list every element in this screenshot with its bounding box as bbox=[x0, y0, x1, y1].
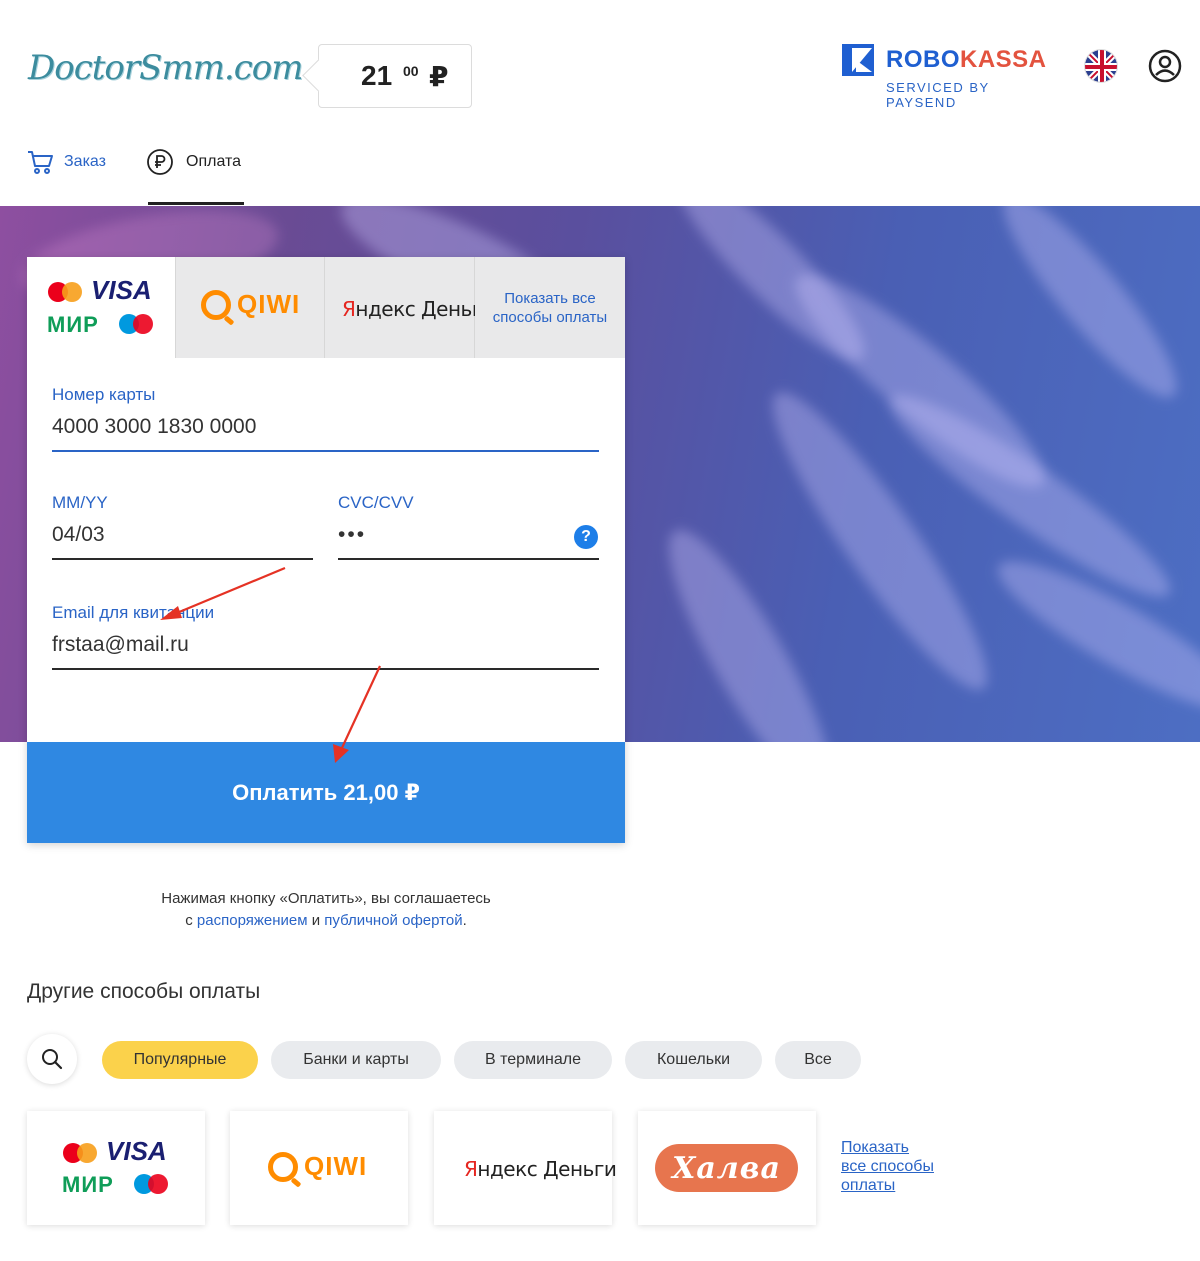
email-underline bbox=[52, 668, 599, 670]
tab-payment[interactable]: Оплата bbox=[146, 148, 241, 176]
tab-order[interactable]: Заказ bbox=[26, 148, 106, 176]
card-number-label: Номер карты bbox=[52, 385, 156, 404]
tab-qiwi[interactable]: QIWI bbox=[176, 257, 325, 358]
yandex-money-logo: Яндекс Деньги bbox=[464, 1157, 617, 1181]
order-link[interactable]: распоряжением bbox=[197, 912, 308, 929]
tab-yandex-money[interactable]: Яндекс Деньги bbox=[325, 257, 495, 358]
chip-wallets[interactable]: Кошельки bbox=[625, 1041, 762, 1079]
payment-form-card: VISA МИР QIWI Яндекс Деньги Показать все… bbox=[27, 257, 625, 843]
expiry-underline bbox=[52, 558, 313, 560]
email-label: Email для квитанции bbox=[52, 603, 215, 622]
help-icon[interactable]: ? bbox=[574, 525, 598, 549]
ruble-icon bbox=[147, 149, 173, 175]
chip-banks-cards[interactable]: Банки и карты bbox=[271, 1041, 441, 1079]
agreement-line-2: с распоряжением и публичной офертой. bbox=[185, 912, 467, 929]
show-all-methods-link[interactable]: Показать все способы оплаты bbox=[841, 1138, 934, 1195]
mir-logo: МИР bbox=[47, 312, 99, 337]
method-card-bank-cards[interactable]: VISA МИР bbox=[27, 1111, 205, 1225]
cvc-input[interactable]: ••• bbox=[338, 523, 366, 547]
chip-terminal[interactable]: В терминале bbox=[454, 1041, 612, 1079]
qiwi-logo: QIWI bbox=[268, 1151, 367, 1182]
mastercard-icon bbox=[48, 282, 82, 302]
search-icon bbox=[42, 1049, 63, 1070]
cvc-label: CVC/CVV bbox=[338, 493, 414, 512]
visa-logo: VISA bbox=[106, 1136, 167, 1166]
email-field[interactable]: Email для квитанции frstaa@mail.ru bbox=[52, 603, 599, 673]
search-button[interactable] bbox=[27, 1034, 77, 1084]
pay-button[interactable]: Оплатить 21,00 ₽ bbox=[27, 742, 625, 843]
qiwi-icon bbox=[201, 289, 231, 320]
expiry-input[interactable]: 04/03 bbox=[52, 523, 105, 547]
expiry-field[interactable]: MM/YY 04/03 bbox=[52, 493, 313, 563]
robokassa-logo: ROBOKASSA SERVICED BY PAYSEND bbox=[842, 44, 1062, 110]
maestro-icon bbox=[119, 314, 153, 334]
cvc-underline bbox=[338, 558, 599, 560]
robokassa-name: ROBOKASSA bbox=[886, 46, 1047, 73]
card-number-underline bbox=[52, 450, 599, 452]
robokassa-mark-icon bbox=[842, 44, 874, 76]
merchant-logo: DoctorSmm.com bbox=[28, 48, 303, 88]
mir-logo: МИР bbox=[62, 1172, 114, 1197]
maestro-icon bbox=[134, 1174, 168, 1194]
amount-cents: 00 bbox=[403, 63, 419, 79]
qiwi-icon bbox=[268, 1151, 298, 1182]
expiry-label: MM/YY bbox=[52, 493, 108, 512]
qiwi-logo: QIWI bbox=[201, 289, 300, 320]
chip-popular[interactable]: Популярные bbox=[102, 1041, 258, 1079]
card-number-input[interactable]: 4000 3000 1830 0000 bbox=[52, 415, 256, 439]
payment-method-tabs: VISA МИР QIWI Яндекс Деньги Показать все… bbox=[27, 257, 625, 358]
email-input[interactable]: frstaa@mail.ru bbox=[52, 633, 189, 657]
public-offer-link[interactable]: публичной офертой bbox=[324, 912, 462, 929]
tab-bank-cards[interactable]: VISA МИР bbox=[27, 257, 176, 358]
halva-logo: Халва bbox=[655, 1144, 798, 1192]
tab-order-label: Заказ bbox=[64, 153, 106, 170]
yandex-money-logo: Яндекс Деньги bbox=[342, 297, 495, 321]
mastercard-icon bbox=[63, 1143, 97, 1163]
card-number-field[interactable]: Номер карты 4000 3000 1830 0000 bbox=[52, 385, 599, 455]
method-card-halva[interactable]: Халва bbox=[638, 1111, 816, 1225]
cvc-field[interactable]: CVC/CVV ••• ? bbox=[338, 493, 599, 563]
uk-flag-icon[interactable] bbox=[1084, 49, 1118, 83]
header: DoctorSmm.com 21 00 ₽ ROBOKASSA SERVICED… bbox=[0, 0, 1200, 206]
cart-icon bbox=[28, 151, 53, 174]
currency-symbol: ₽ bbox=[429, 61, 449, 92]
tab-show-all-methods[interactable]: Показать все способы оплаты bbox=[475, 257, 625, 358]
method-card-qiwi[interactable]: QIWI bbox=[230, 1111, 408, 1225]
tab-payment-label: Оплата bbox=[186, 153, 242, 170]
visa-logo: VISA bbox=[91, 275, 152, 305]
user-icon[interactable] bbox=[1148, 49, 1182, 83]
method-card-yandex-money[interactable]: Яндекс Деньги bbox=[434, 1111, 617, 1225]
amount-integer: 21 bbox=[361, 60, 393, 91]
order-amount-box: 21 00 ₽ bbox=[318, 44, 472, 108]
agreement-text: Нажимая кнопку «Оплатить», вы соглашаете… bbox=[27, 888, 625, 932]
robokassa-subtitle: SERVICED BY PAYSEND bbox=[886, 80, 990, 110]
active-tab-indicator bbox=[148, 202, 244, 205]
other-methods-title: Другие способы оплаты bbox=[27, 980, 261, 1003]
agreement-line-1: Нажимая кнопку «Оплатить», вы соглашаете… bbox=[161, 890, 491, 907]
chip-all[interactable]: Все bbox=[775, 1041, 861, 1079]
